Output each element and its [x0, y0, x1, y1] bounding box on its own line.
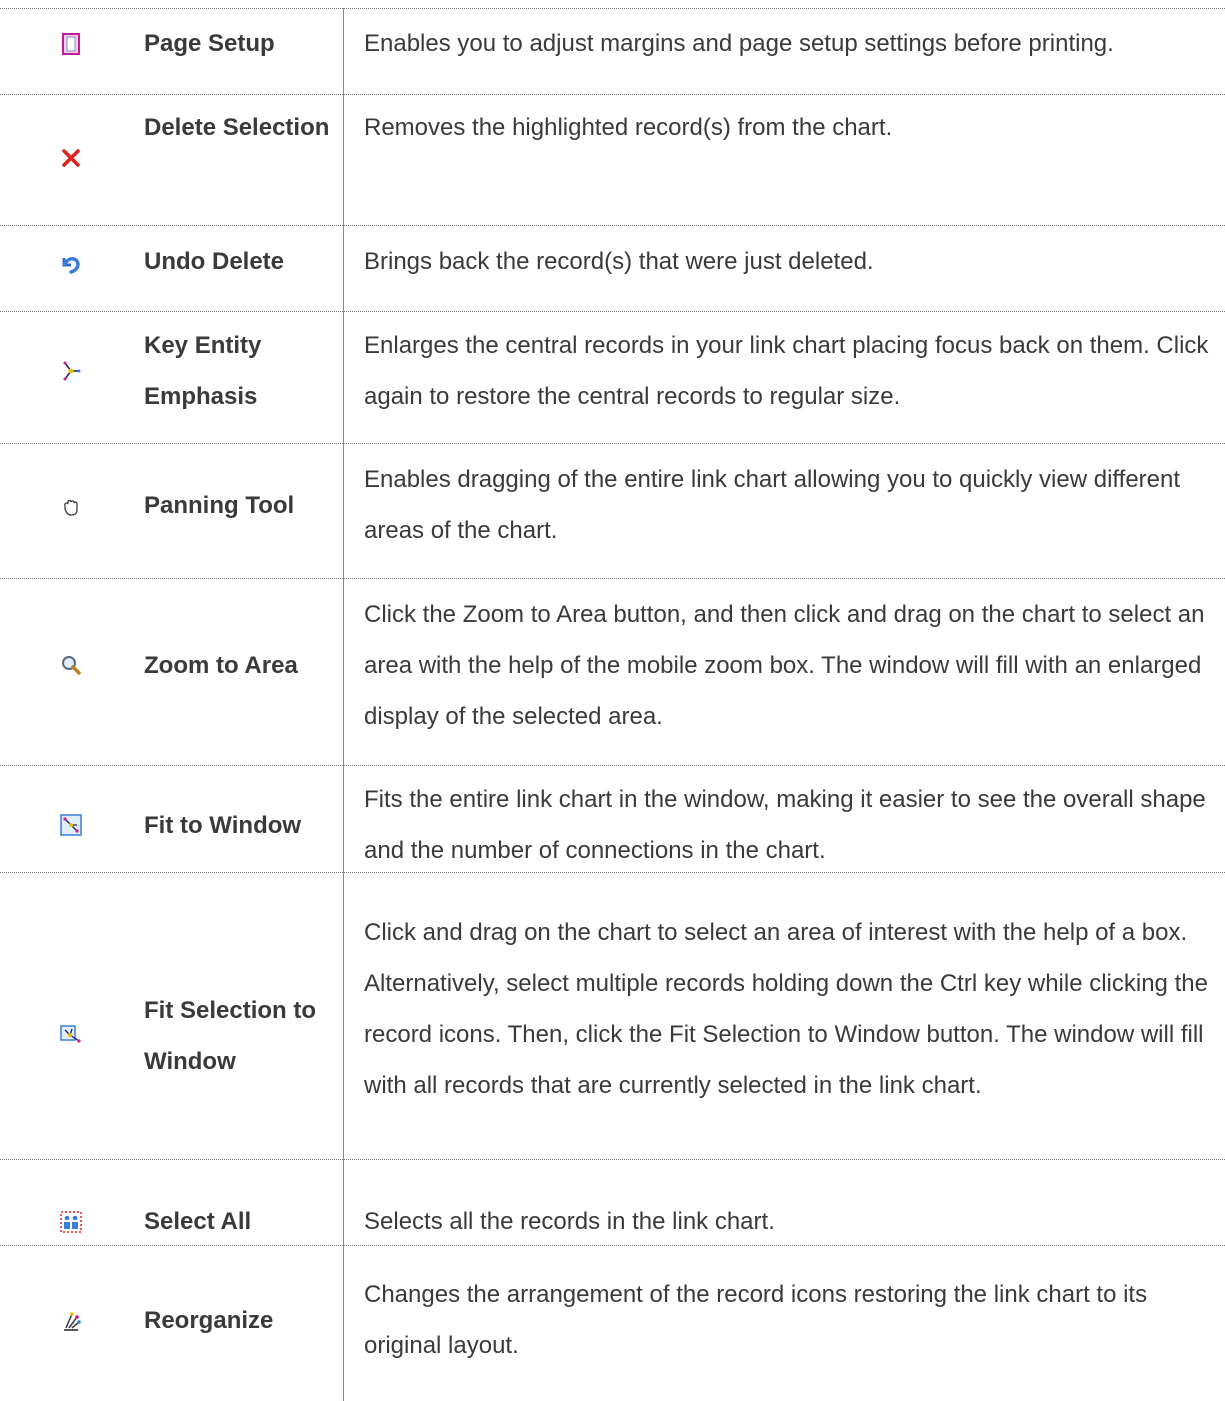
row-separator	[0, 578, 1225, 579]
tool-name: Delete Selection	[144, 114, 330, 141]
row-separator	[0, 872, 1225, 873]
row-separator	[0, 8, 1225, 9]
tool-description: Removes the highlighted record(s) from t…	[364, 114, 893, 141]
tool-name: Fit Selection to Window	[144, 997, 317, 1075]
row-separator	[0, 225, 1225, 226]
row-separator	[0, 443, 1225, 444]
tool-name: Zoom to Area	[144, 652, 298, 679]
tool-name: Fit to Window	[144, 812, 302, 839]
fit-selection-icon	[60, 1025, 82, 1047]
tool-description: Selects all the records in the link char…	[364, 1208, 775, 1235]
tool-description: Click the Zoom to Area button, and then …	[364, 601, 1205, 730]
column-divider	[343, 8, 344, 1401]
tool-description: Enables dragging of the entire link char…	[364, 466, 1181, 544]
tool-description: Fits the entire link chart in the window…	[364, 786, 1206, 864]
hand-pan-icon	[60, 496, 82, 518]
row-separator	[0, 765, 1225, 766]
tool-name: Page Setup	[144, 30, 275, 57]
tool-name: Panning Tool	[144, 492, 295, 519]
fit-window-icon	[60, 814, 82, 836]
row-separator	[0, 1159, 1225, 1160]
tool-name: Reorganize	[144, 1307, 274, 1334]
tool-name: Undo Delete	[144, 248, 285, 275]
tool-name: Key Entity Emphasis	[144, 332, 262, 410]
row-separator	[0, 311, 1225, 312]
row-separator	[0, 94, 1225, 95]
row-separator	[0, 1245, 1225, 1246]
delete-x-icon	[60, 146, 82, 168]
zoom-magnifier-icon	[60, 654, 82, 676]
tool-description: Brings back the record(s) that were just…	[364, 248, 874, 275]
reorganize-icon	[60, 1311, 82, 1333]
tool-name: Select All	[144, 1208, 252, 1235]
select-all-icon	[60, 1211, 82, 1233]
tool-description: Changes the arrangement of the record ic…	[364, 1281, 1148, 1359]
key-entity-icon	[60, 360, 82, 382]
tool-description: Enlarges the central records in your lin…	[364, 332, 1209, 410]
page-setup-icon	[60, 33, 82, 55]
tool-description: Click and drag on the chart to select an…	[364, 919, 1208, 1099]
tool-description: Enables you to adjust margins and page s…	[364, 30, 1114, 57]
undo-arrow-icon	[60, 252, 82, 274]
